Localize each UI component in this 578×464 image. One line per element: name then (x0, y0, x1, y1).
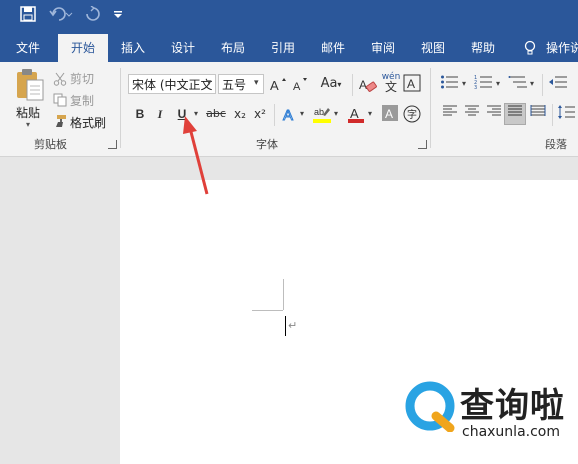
change-case-dropdown-icon: ▾ (337, 80, 342, 89)
numbering-icon[interactable]: 123 (474, 74, 494, 94)
paragraph-mark: ↵ (288, 319, 298, 332)
customize-qat-icon[interactable] (110, 6, 126, 26)
tab-design[interactable]: 设计 (162, 34, 204, 62)
align-center-icon[interactable] (462, 104, 482, 124)
svg-text:A: A (293, 81, 301, 93)
format-painter-icon[interactable] (53, 113, 67, 127)
tab-review[interactable]: 审阅 (362, 34, 404, 62)
save-icon[interactable] (17, 6, 39, 26)
multilevel-list-icon[interactable] (508, 74, 528, 94)
bold-button[interactable]: B (130, 104, 150, 124)
clipboard-group-label: 剪贴板 (34, 138, 67, 151)
change-case-button[interactable]: Aa▾ (316, 74, 346, 94)
numbering-dropdown-icon[interactable]: ▾ (496, 79, 500, 88)
font-dialog-launcher-icon[interactable] (418, 140, 427, 149)
justify-icon[interactable] (504, 103, 526, 125)
tab-mailings[interactable]: 邮件 (312, 34, 354, 62)
clipboard-dialog-launcher-icon[interactable] (108, 140, 117, 149)
watermark-logo: 查询啦 chaxunla.com (404, 378, 578, 448)
multilevel-dropdown-icon[interactable]: ▾ (530, 79, 534, 88)
highlight-dropdown-icon[interactable]: ▾ (334, 109, 338, 118)
undo-icon[interactable] (48, 6, 74, 26)
svg-text:ab: ab (314, 107, 324, 117)
phonetic-guide-label-char: 文 (384, 80, 397, 94)
svg-text:3: 3 (474, 85, 477, 90)
text-cursor (285, 316, 286, 336)
paragraph-group-label: 段落 (545, 138, 567, 151)
font-size-dropdown-icon[interactable]: ▾ (254, 78, 259, 88)
svg-text:A: A (270, 78, 279, 93)
format-painter-button[interactable]: 格式刷 (70, 114, 106, 131)
group-divider (430, 68, 431, 148)
svg-text:A: A (407, 77, 415, 91)
bullets-icon[interactable] (440, 74, 460, 94)
font-name-value: 宋体 (中文正文 (132, 78, 213, 92)
line-spacing-icon[interactable] (556, 104, 576, 124)
italic-button[interactable]: I (150, 104, 170, 124)
svg-text:A: A (385, 107, 393, 121)
phonetic-guide-button[interactable]: wén 文 (380, 72, 402, 94)
font-color-icon[interactable]: A (346, 104, 366, 124)
character-shading-icon[interactable]: A (380, 104, 400, 124)
font-name-select[interactable]: 宋体 (中文正文 (128, 74, 216, 94)
superscript-button[interactable]: x² (250, 104, 270, 124)
highlight-color-icon[interactable]: ab (312, 104, 332, 124)
paste-icon[interactable] (14, 68, 46, 102)
svg-text:A: A (359, 78, 367, 92)
subscript-button[interactable]: x₂ (230, 104, 250, 124)
tab-insert[interactable]: 插入 (112, 34, 154, 62)
paste-button[interactable]: 粘贴 (16, 104, 40, 121)
watermark-name: 查询啦 (460, 386, 565, 426)
tab-references[interactable]: 引用 (262, 34, 304, 62)
group-divider (542, 74, 543, 96)
tab-file[interactable]: 文件 (6, 34, 50, 62)
enclose-characters-button[interactable]: 字 (402, 104, 422, 124)
font-name-dropdown-icon[interactable]: ▾ (207, 78, 212, 88)
group-divider (352, 74, 353, 96)
distributed-icon[interactable] (528, 104, 548, 124)
tab-help[interactable]: 帮助 (462, 34, 504, 62)
tab-view[interactable]: 视图 (412, 34, 454, 62)
group-divider (120, 68, 121, 148)
font-color-dropdown-icon[interactable]: ▾ (368, 109, 372, 118)
cut-icon[interactable] (53, 71, 67, 86)
margin-corner-mark (283, 279, 284, 310)
text-effects-icon[interactable]: A (280, 104, 300, 125)
shrink-font-icon[interactable]: A (290, 74, 310, 94)
font-size-value: 五号 (222, 78, 247, 92)
svg-text:A: A (283, 107, 293, 124)
character-border-icon[interactable]: A (402, 74, 422, 94)
align-right-icon[interactable] (484, 104, 504, 124)
tell-me-box[interactable]: 操作说 (546, 34, 578, 62)
redo-icon[interactable] (82, 5, 104, 26)
paste-dropdown-icon[interactable]: ▾ (26, 120, 30, 129)
copy-icon[interactable] (53, 92, 67, 107)
ribbon-tabs: 文件 开始 插入 设计 布局 引用 邮件 审阅 视图 帮助 操作说 (0, 34, 578, 62)
copy-button[interactable]: 复制 (70, 92, 94, 109)
enclose-characters-label: 字 (407, 110, 417, 121)
font-group-label: 字体 (256, 138, 278, 151)
bullets-dropdown-icon[interactable]: ▾ (462, 79, 466, 88)
clear-formatting-icon[interactable]: A (358, 74, 378, 94)
cut-button[interactable]: 剪切 (70, 70, 94, 87)
svg-text:A: A (350, 106, 359, 121)
tab-layout[interactable]: 布局 (212, 34, 254, 62)
tab-home[interactable]: 开始 (58, 34, 108, 62)
margin-corner-mark (252, 310, 283, 311)
group-divider (274, 104, 275, 126)
watermark-url: chaxunla.com (462, 424, 560, 440)
annotation-arrow-icon (183, 116, 209, 195)
tell-me-lightbulb-icon[interactable] (523, 40, 537, 56)
grow-font-icon[interactable]: A (268, 74, 288, 94)
group-divider (552, 104, 553, 126)
align-left-icon[interactable] (440, 104, 460, 124)
decrease-indent-icon[interactable] (548, 74, 568, 94)
change-case-label: Aa (320, 76, 338, 91)
title-bar (0, 0, 578, 34)
text-effects-dropdown-icon[interactable]: ▾ (300, 109, 304, 118)
ribbon-home: 粘贴 ▾ 剪切 复制 格式刷 剪贴板 宋体 (中文正文 ▾ 五号 ▾ A A A… (0, 62, 578, 157)
watermark-q-icon (405, 381, 455, 432)
